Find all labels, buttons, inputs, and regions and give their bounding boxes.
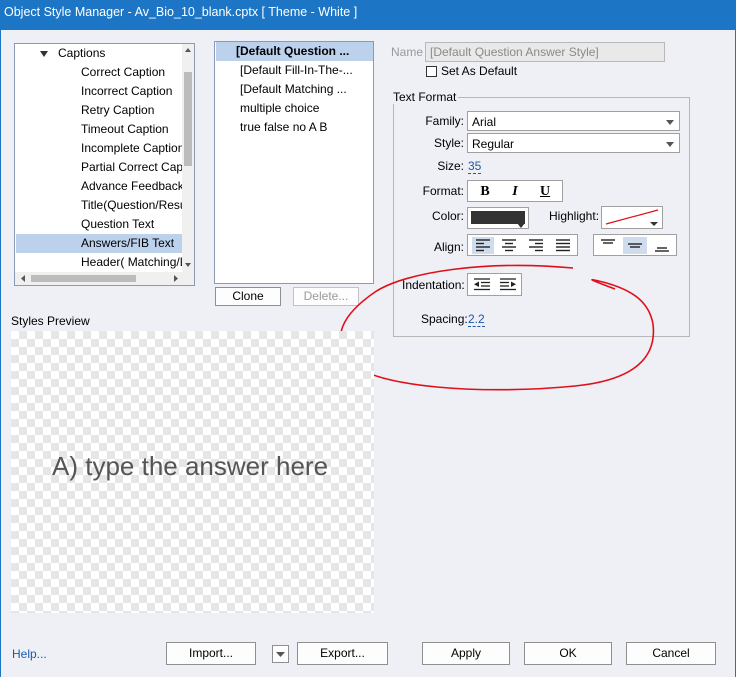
- styles-preview-label: Styles Preview: [11, 314, 90, 328]
- scroll-down-arrow-icon[interactable]: [183, 259, 193, 271]
- align-center-icon[interactable]: [498, 237, 520, 254]
- valign-bottom-icon[interactable]: [650, 237, 674, 254]
- align-justify-icon[interactable]: [552, 237, 574, 254]
- tree-item-label: Question Text: [81, 217, 155, 231]
- style-list-item[interactable]: multiple choice: [216, 99, 373, 118]
- text-color-picker[interactable]: [467, 207, 529, 229]
- tree-item-advance-feedback-caption[interactable]: Advance Feedback Caption: [16, 177, 194, 196]
- scroll-up-arrow-icon[interactable]: [183, 44, 193, 56]
- format-button-group: B I U: [467, 180, 563, 202]
- cancel-button[interactable]: Cancel: [626, 642, 716, 665]
- underline-button[interactable]: U: [534, 183, 556, 201]
- tree-item-label: Advance Feedback Caption: [81, 179, 194, 193]
- color-label: Color:: [431, 209, 464, 223]
- tree-item-timeout-caption[interactable]: Timeout Caption: [16, 120, 194, 139]
- red-annotation-circle: [339, 264, 655, 391]
- tree-item-label: Incorrect Caption: [81, 84, 173, 98]
- tree-item-label: Timeout Caption: [81, 122, 169, 136]
- tree-item-correct-caption[interactable]: Correct Caption: [16, 63, 194, 82]
- tree-item-header-matching[interactable]: Header( Matching/Likert): [16, 253, 194, 272]
- name-field[interactable]: [Default Question Answer Style]: [425, 42, 665, 62]
- tree-item-incorrect-caption[interactable]: Incorrect Caption: [16, 82, 194, 101]
- align-right-icon[interactable]: [525, 237, 547, 254]
- name-field-value: [Default Question Answer Style]: [430, 45, 599, 59]
- ok-button[interactable]: OK: [524, 642, 612, 665]
- format-label: Format:: [422, 184, 464, 198]
- window-title: Object Style Manager - Av_Bio_10_blank.c…: [4, 5, 358, 19]
- align-label: Align:: [433, 240, 464, 254]
- font-style-value: Regular: [472, 137, 515, 151]
- style-list-item-label: [Default Matching ...: [240, 82, 347, 96]
- tree-horizontal-scroll-thumb[interactable]: [31, 275, 136, 282]
- chevron-down-icon: [517, 223, 525, 228]
- style-list-item[interactable]: true false no A B: [216, 118, 373, 137]
- tree-group-label: Captions: [58, 46, 106, 60]
- tree-item-title[interactable]: Title(Question/Result): [16, 196, 195, 215]
- tree-item-label: Title(Question/Result): [81, 198, 195, 212]
- scroll-right-arrow-icon[interactable]: [170, 272, 182, 285]
- tree-item-partial-correct-caption[interactable]: Partial Correct Caption: [16, 158, 195, 177]
- style-list-item[interactable]: [Default Question ...: [216, 42, 373, 61]
- styles-preview-canvas: A) type the answer here: [11, 331, 374, 613]
- object-tree[interactable]: Captions Correct Caption Incorrect Capti…: [14, 43, 195, 286]
- tree-item-label: Incomplete Caption: [81, 141, 185, 155]
- align-left-icon[interactable]: [472, 237, 494, 254]
- font-family-value: Arial: [472, 115, 497, 129]
- import-button[interactable]: Import...: [166, 642, 256, 665]
- tree-item-answers-fib-text[interactable]: Answers/FIB Text: [16, 234, 194, 253]
- font-family-dropdown[interactable]: Arial: [467, 111, 680, 131]
- chevron-down-icon: [666, 120, 674, 125]
- style-list-item[interactable]: [Default Matching ...: [216, 80, 373, 99]
- tree-item-label: Answers/FIB Text: [81, 236, 175, 250]
- highlight-label: Highlight:: [549, 209, 600, 223]
- tree-item-label: Correct Caption: [81, 65, 166, 79]
- tree-item-label: Header( Matching/Likert): [81, 255, 194, 269]
- valign-middle-icon[interactable]: [623, 237, 647, 254]
- style-label: Style:: [433, 136, 464, 150]
- tree-item-question-text[interactable]: Question Text: [16, 215, 194, 234]
- title-bar: Object Style Manager - Av_Bio_10_blank.c…: [0, 0, 736, 30]
- valign-top-icon[interactable]: [596, 237, 620, 254]
- tree-horizontal-scrollbar[interactable]: [15, 272, 194, 285]
- collapse-arrow-icon[interactable]: [40, 50, 48, 57]
- tree-vertical-scroll-thumb[interactable]: [184, 72, 192, 166]
- font-style-dropdown[interactable]: Regular: [467, 133, 680, 153]
- style-list-item-label: multiple choice: [240, 101, 320, 115]
- scroll-left-arrow-icon[interactable]: [17, 272, 29, 285]
- set-as-default-label: Set As Default: [441, 64, 518, 78]
- font-size-value[interactable]: 35: [468, 159, 482, 174]
- vertical-align-group: [593, 234, 677, 256]
- clone-button[interactable]: Clone: [215, 287, 281, 306]
- italic-button[interactable]: I: [504, 183, 526, 201]
- style-list-item[interactable]: [Default Fill-In-The-...: [216, 61, 373, 80]
- apply-button[interactable]: Apply: [422, 642, 510, 665]
- tree-group-captions[interactable]: Captions: [16, 44, 194, 63]
- tree-vertical-scrollbar[interactable]: [182, 44, 194, 272]
- preview-sample-text: A) type the answer here: [52, 451, 329, 481]
- size-label: Size:: [437, 159, 464, 173]
- no-color-icon: [605, 209, 659, 226]
- tree-item-incomplete-caption[interactable]: Incomplete Caption: [16, 139, 194, 158]
- chevron-down-icon: [276, 652, 285, 657]
- horizontal-align-group: [467, 234, 578, 256]
- text-format-group-label: Text Format: [391, 90, 459, 104]
- style-list[interactable]: [Default Question ... [Default Fill-In-T…: [214, 41, 374, 284]
- bold-button[interactable]: B: [474, 183, 496, 201]
- help-link[interactable]: Help...: [12, 647, 47, 661]
- export-button[interactable]: Export...: [297, 642, 388, 665]
- name-label: Name: [391, 45, 424, 59]
- import-options-button[interactable]: [272, 645, 289, 663]
- style-list-item-label: true false no A B: [240, 120, 328, 134]
- tree-item-label: Partial Correct Caption: [81, 160, 195, 174]
- chevron-down-icon: [666, 142, 674, 147]
- tree-item-label: Retry Caption: [81, 103, 155, 117]
- style-list-item-label: [Default Question ...: [236, 44, 350, 58]
- tree-item-retry-caption[interactable]: Retry Caption: [16, 101, 194, 120]
- style-list-item-label: [Default Fill-In-The-...: [240, 63, 353, 77]
- set-as-default-checkbox[interactable]: [426, 66, 437, 77]
- family-label: Family:: [425, 114, 464, 128]
- highlight-color-picker[interactable]: [601, 206, 663, 229]
